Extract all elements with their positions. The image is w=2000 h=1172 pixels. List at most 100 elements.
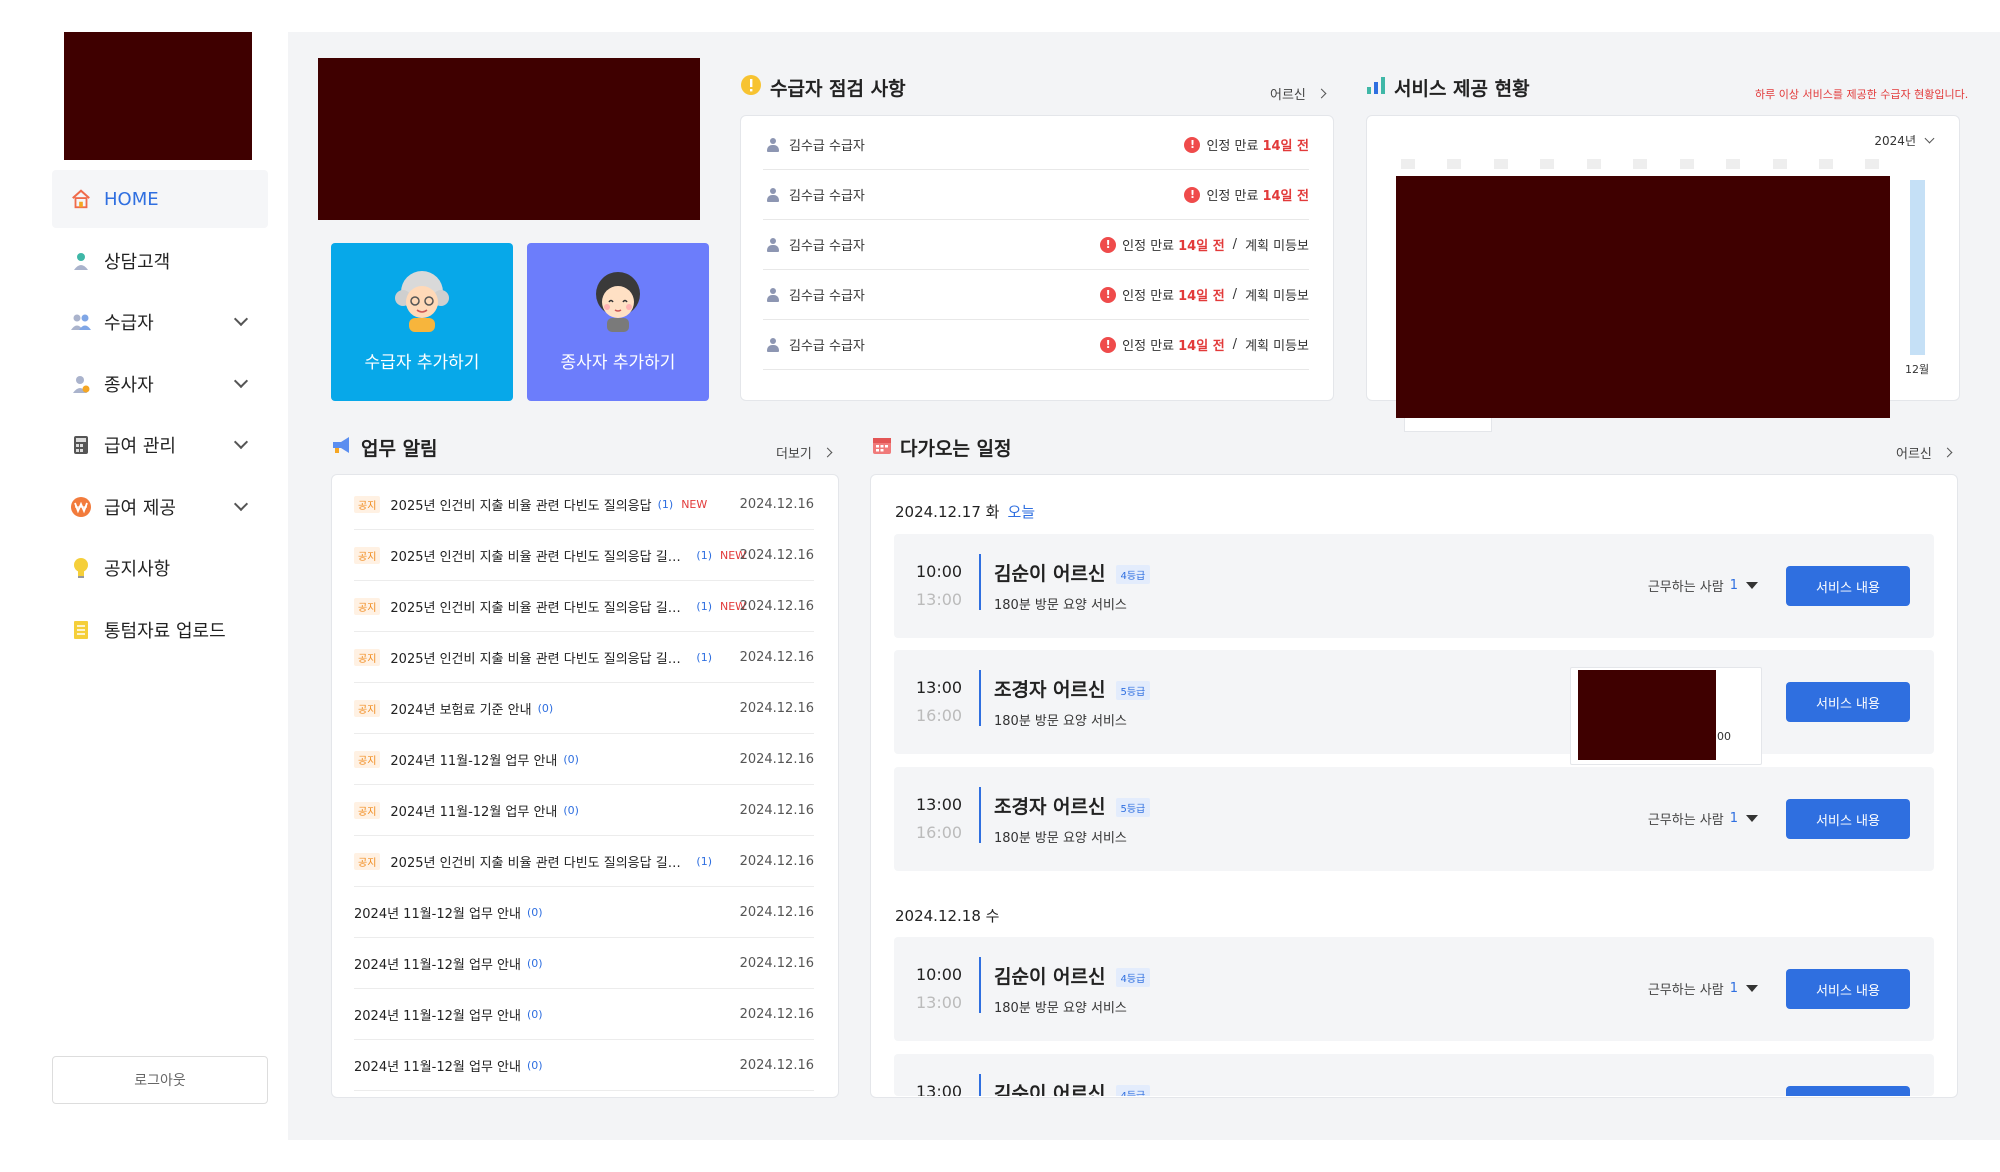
logo-redacted — [64, 32, 252, 160]
notice-date: 2024.12.16 — [739, 802, 814, 818]
status-days: 14일 전 — [1262, 189, 1309, 204]
chevron-down-icon[interactable] — [233, 373, 249, 388]
chevron-down-icon[interactable] — [233, 496, 249, 511]
notice-row[interactable]: 2024년 11월-12월 업무 안내 (0) 2024.12.16 — [354, 938, 814, 989]
notices-title: 업무 알림 — [331, 434, 438, 461]
inspection-row[interactable]: 김수급 수급자 ! 인정 만료 14일 전 / 계획 미등보 — [763, 220, 1309, 270]
sidebar-item-home[interactable]: HOME — [52, 170, 268, 228]
today-link[interactable]: 오늘 — [1007, 503, 1035, 521]
workers-dropdown[interactable]: 근무하는 사람 1 — [1648, 979, 1758, 998]
user-icon — [68, 248, 94, 274]
service-detail-button[interactable]: 서비스 내용 — [1786, 799, 1910, 839]
notice-row[interactable]: 공지 2025년 인건비 지출 비율 관련 다빈도 질의응답 길어질··· (1) N… — [354, 530, 814, 581]
client-name-text: 조경자 어르신 — [994, 679, 1106, 701]
status-days: 14일 전 — [1178, 289, 1225, 304]
schedule-item[interactable]: 13:00 김순이 어르신 4등급 서비스 내용 — [894, 1054, 1934, 1096]
workers-dropdown[interactable]: 근무하는 사람 1 — [1648, 809, 1758, 828]
worker-icon — [68, 371, 94, 397]
notice-row[interactable]: 공지 2024년 보험료 기준 안내 (0) 2024.12.16 — [354, 683, 814, 734]
schedule-item[interactable]: 10:00 13:00 김순이 어르신 4등급 180분 방문 요양 서비스 근무하는 사… — [894, 937, 1934, 1041]
sidebar: HOME 상담고객 수급자 종사자 급여 관리 급여 제공 공지사항 통텀자료 … — [32, 32, 288, 1140]
schedule-item[interactable]: 10:00 13:00 김순이 어르신 4등급 180분 방문 요양 서비스 근무하는 사… — [894, 534, 1934, 638]
worker-avatar-icon — [585, 268, 651, 334]
inspection-more-label: 어르신 — [1270, 88, 1306, 103]
schedule-item[interactable]: 13:00 16:00 조경자 어르신 5등급 180분 방문 요양 서비스 서비스 내용 — [894, 650, 1934, 754]
inspection-row[interactable]: 김수급 수급자 ! 인정 만료 14일 전 / 계획 미등보 — [763, 320, 1309, 370]
alert-icon: ! — [1100, 336, 1117, 353]
notice-row[interactable]: 공지 2025년 인건비 지출 비율 관련 다빈도 질의응답 길어질··· (1) N… — [354, 581, 814, 632]
notice-row[interactable]: 2024년 11월-12월 업무 안내 (0) 2024.12.16 — [354, 1040, 814, 1091]
workers-dropdown[interactable]: 근무하는 사람 1 — [1648, 576, 1758, 595]
notice-row[interactable]: 2024년 11월-12월 업무 안내 (0) 2024.12.16 — [354, 887, 814, 938]
end-time: 13:00 — [916, 993, 963, 1012]
notices-card: 공지 2025년 인건비 지출 비율 관련 다빈도 질의응답 (1) NEW 2024.… — [331, 474, 839, 1098]
service-detail-button[interactable]: 서비스 내용 — [1786, 1086, 1910, 1096]
chart-redacted — [1396, 176, 1890, 418]
add-recipient-button[interactable]: 수급자 추가하기 — [331, 243, 513, 401]
inspection-row[interactable]: 김수급 수급자 ! 인정 만료 14일 전 / 계획 미등보 — [763, 270, 1309, 320]
time-divider — [979, 554, 981, 610]
notice-row[interactable]: 공지 2025년 인건비 지출 비율 관련 다빈도 질의응답 (1) NEW 2024.… — [354, 479, 814, 530]
add-worker-button[interactable]: 종사자 추가하기 — [527, 243, 709, 401]
schedule-item[interactable]: 13:00 16:00 조경자 어르신 5등급 180분 방문 요양 서비스 근무하는 사… — [894, 767, 1934, 871]
end-time: 13:00 — [916, 590, 963, 609]
start-time: 13:00 — [916, 678, 963, 697]
status-extra: 계획 미등보 — [1245, 239, 1309, 254]
service-detail-button[interactable]: 서비스 내용 — [1786, 566, 1910, 606]
notice-title: 2024년 11월-12월 업무 안내 — [354, 906, 521, 922]
notice-comment-count: (0) — [526, 905, 543, 919]
sidebar-item-payroll[interactable]: 급여 관리 — [52, 416, 268, 474]
sidebar-item-notices[interactable]: 공지사항 — [52, 539, 268, 597]
add-recipient-label: 수급자 추가하기 — [364, 353, 480, 373]
sidebar-item-benefit[interactable]: 급여 제공 — [52, 478, 268, 536]
inspection-row[interactable]: 김수급 수급자 ! 인정 만료 14일 전 — [763, 120, 1309, 170]
sidebar-item-upload[interactable]: 통텀자료 업로드 — [52, 601, 268, 659]
notice-row[interactable]: 공지 2025년 인건비 지출 비율 관련 다빈도 질의응답 길어질 때 (1) 20… — [354, 632, 814, 683]
sidebar-item-workers[interactable]: 종사자 — [52, 355, 268, 413]
notice-date: 2024.12.16 — [739, 547, 814, 563]
notice-row[interactable]: 공지 2024년 11월-12월 업무 안내 (0) 2024.12.16 — [354, 734, 814, 785]
chart-tooltip-edge — [1404, 418, 1492, 432]
notice-comment-count: (1) — [657, 497, 674, 511]
bulb-icon — [68, 555, 94, 581]
schedule-more-link[interactable]: 어르신 — [1896, 443, 1953, 462]
calendar-icon — [872, 435, 892, 460]
time-divider — [979, 957, 981, 1013]
notice-tag: 공지 — [354, 597, 381, 615]
notice-title: 2025년 인건비 지출 비율 관련 다빈도 질의응답 길어질 때 — [390, 855, 691, 871]
notice-row[interactable]: 2024년 11월-12월 업무 안내 (0) 2024.12.16 — [354, 989, 814, 1040]
notice-row[interactable]: 공지 2024년 11월-12월 업무 안내 (0) 2024.12.16 — [354, 785, 814, 836]
caret-down-icon — [1746, 985, 1758, 992]
chart-bar-tops — [1401, 159, 1879, 169]
sidebar-item-label: 종사자 — [104, 374, 154, 396]
alert-icon: ! — [1100, 286, 1117, 303]
notice-date: 2024.12.16 — [739, 853, 814, 869]
add-worker-label: 종사자 추가하기 — [560, 353, 676, 373]
notice-date: 2024.12.16 — [739, 955, 814, 971]
notice-comment-count: (0) — [563, 803, 579, 817]
inspection-name: 김수급 수급자 — [789, 139, 865, 154]
sidebar-item-label: 수급자 — [104, 313, 154, 334]
sidebar-item-consult[interactable]: 상담고객 — [52, 232, 268, 290]
notice-tag: 공지 — [354, 648, 381, 666]
service-detail-button[interactable]: 서비스 내용 — [1786, 969, 1910, 1009]
status-days: 14일 전 — [1178, 239, 1225, 254]
sidebar-item-recipients[interactable]: 수급자 — [52, 293, 268, 351]
logout-button[interactable]: 로그아웃 — [52, 1056, 268, 1104]
service-detail-button[interactable]: 서비스 내용 — [1786, 682, 1910, 722]
bar-chart-icon — [1366, 75, 1386, 100]
notice-row[interactable]: 공지 2025년 인건비 지출 비율 관련 다빈도 질의응답 길어질 때 (1) 20… — [354, 836, 814, 887]
chevron-down-icon[interactable] — [233, 434, 249, 450]
chevron-down-icon[interactable] — [233, 311, 249, 327]
status-days: 14일 전 — [1262, 139, 1309, 154]
caret-down-icon — [1746, 582, 1758, 589]
schedule-date-2: 2024.12.18 수 — [895, 905, 999, 926]
notices-more-link[interactable]: 더보기 — [776, 443, 833, 462]
inspection-more-link[interactable]: 어르신 — [1270, 84, 1327, 103]
alert-icon: ! — [1184, 136, 1201, 153]
users-icon — [68, 309, 94, 335]
notice-tag: 공지 — [354, 852, 381, 870]
notice-title: 2025년 인건비 지출 비율 관련 다빈도 질의응답 길어질 때 — [390, 651, 691, 667]
inspection-row[interactable]: 김수급 수급자 ! 인정 만료 14일 전 — [763, 170, 1309, 220]
notice-comment-count: (1) — [696, 599, 712, 613]
